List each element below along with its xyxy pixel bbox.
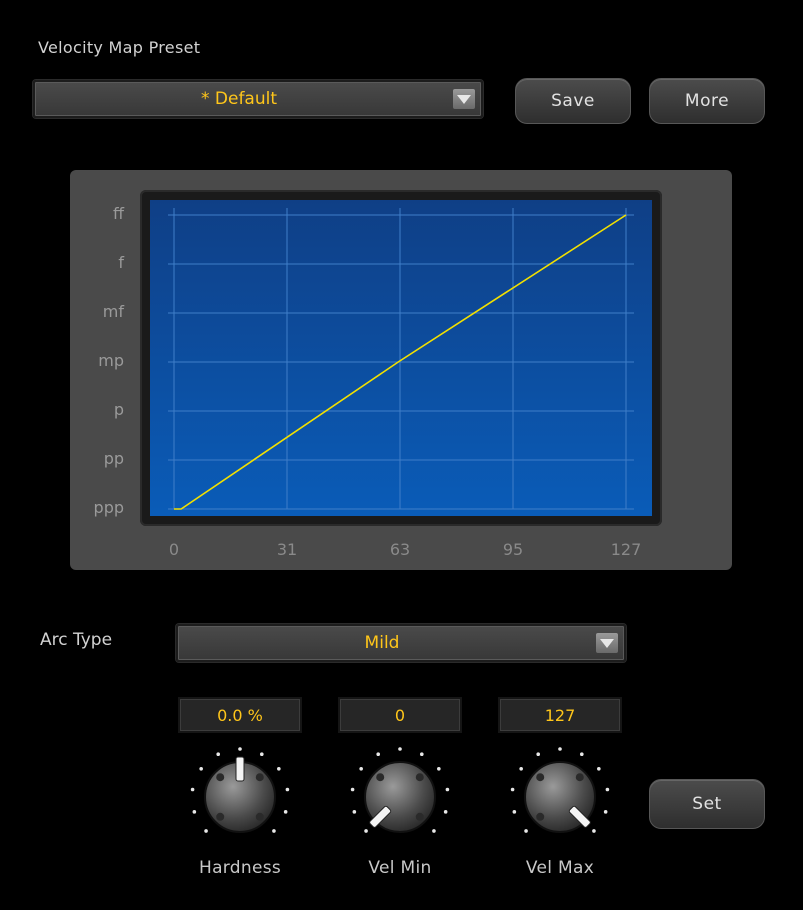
chevron-down-icon[interactable] [453, 89, 475, 109]
knob-scale-dot [190, 787, 195, 792]
x-tick-label: 63 [389, 540, 411, 559]
knob-scale-dot [216, 752, 221, 757]
knob-scale-dot [445, 787, 450, 792]
knob-scale-dot [277, 766, 281, 771]
hardness-knob[interactable] [180, 745, 300, 855]
knob-scale-dot [376, 752, 381, 757]
y-tick-label: p [113, 400, 124, 419]
knob-scale-dot [350, 787, 355, 792]
knob-grip [255, 812, 264, 821]
knob-scale-dot [359, 766, 363, 771]
knob-scale-dot [352, 810, 357, 814]
knob-scale-dot [283, 810, 288, 814]
vel-min-label: Vel Min [368, 858, 432, 878]
knob-scale-dot [443, 810, 448, 814]
x-tick-label: 31 [276, 540, 298, 559]
y-tick-label: mf [102, 302, 124, 321]
knob-scale-dot [259, 752, 264, 757]
x-tick-label: 127 [610, 540, 642, 559]
knob-scale-dot [437, 766, 441, 771]
save-button[interactable]: Save [515, 78, 631, 124]
knob-scale-dot [285, 787, 290, 792]
vel-max-value-field[interactable]: 127 [498, 697, 622, 733]
hardness-value-field[interactable]: 0.0 % [178, 697, 302, 733]
knob-scale-dot [603, 810, 608, 814]
knob-grip [216, 773, 225, 782]
knob-grip [575, 773, 584, 782]
knob-grip [255, 773, 264, 782]
knob-grip [216, 812, 225, 821]
preset-dropdown[interactable]: * Default [33, 80, 483, 118]
knob-scale-dot [419, 752, 424, 757]
y-tick-label: ppp [93, 498, 124, 517]
arc-type-label: Arc Type [40, 630, 113, 650]
knob-scale-dot [519, 766, 523, 771]
arc-type-dropdown[interactable]: Mild [176, 624, 626, 662]
vel-min-value-field[interactable]: 0 [338, 697, 462, 733]
x-tick-label: 95 [502, 540, 524, 559]
knob-scale-dot [558, 747, 562, 751]
knob-grip [415, 773, 424, 782]
knob-scale-dot [398, 747, 402, 751]
vel-max-label: Vel Max [525, 858, 595, 878]
knob-scale-dot [597, 766, 601, 771]
more-button[interactable]: More [649, 78, 765, 124]
knob-scale-dot [364, 829, 368, 833]
velocity-curve-chart[interactable] [150, 200, 652, 516]
knob-grip [415, 812, 424, 821]
knob-scale-dot [536, 752, 541, 757]
knob-grip [536, 812, 545, 821]
knob-grip [376, 773, 385, 782]
knob-scale-dot [432, 829, 436, 833]
knob-scale-dot [579, 752, 584, 757]
arc-type-value: Mild [364, 633, 400, 653]
knob-scale-dot [510, 787, 515, 792]
knob-indicator [235, 756, 245, 782]
chevron-down-icon[interactable] [596, 633, 618, 653]
y-tick-label: ff [112, 204, 124, 223]
knob-scale-dot [512, 810, 517, 814]
preset-value: * Default [200, 89, 278, 109]
knob-scale-dot [204, 829, 208, 833]
knob-scale-dot [192, 810, 197, 814]
knob-scale-dot [605, 787, 610, 792]
y-tick-label: f [118, 253, 124, 272]
vel-min-knob[interactable] [340, 745, 460, 855]
preset-label: Velocity Map Preset [38, 38, 201, 57]
knob-scale-dot [524, 829, 528, 833]
knob-scale-dot [272, 829, 276, 833]
knob-scale-dot [592, 829, 596, 833]
vel-max-knob[interactable] [500, 745, 620, 855]
hardness-label: Hardness [198, 858, 282, 878]
knob-grip [536, 773, 545, 782]
knob-scale-dot [199, 766, 203, 771]
knob-scale-dot [238, 747, 242, 751]
y-tick-label: mp [98, 351, 124, 370]
y-tick-label: pp [103, 449, 124, 468]
set-button[interactable]: Set [649, 779, 765, 829]
x-tick-label: 0 [168, 540, 180, 559]
